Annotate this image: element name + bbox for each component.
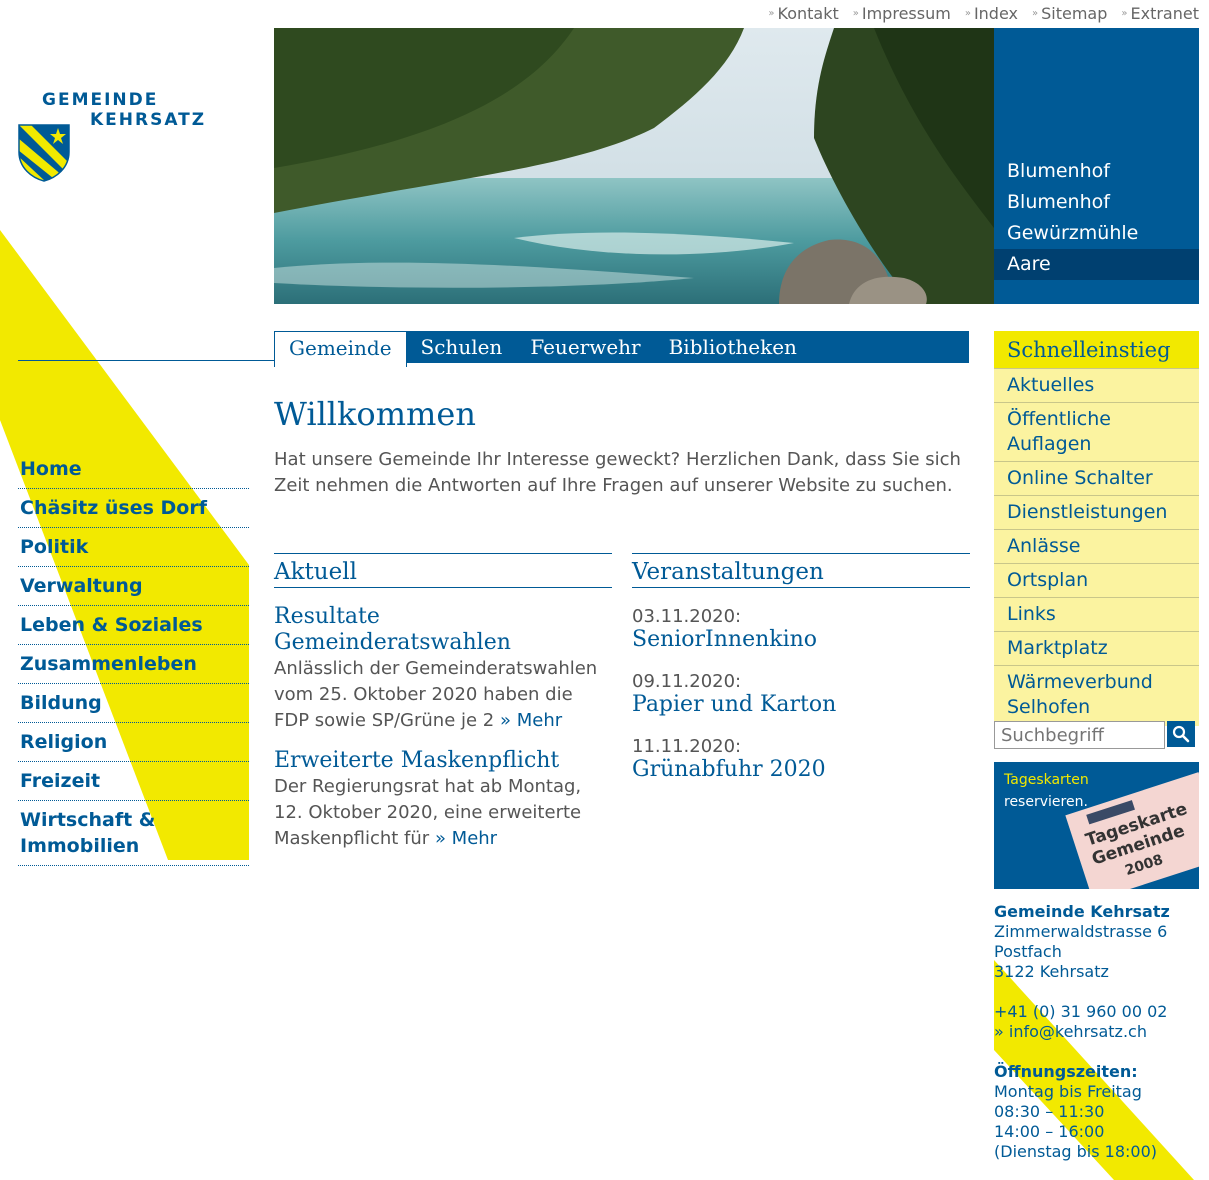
quick-link-aktuelles[interactable]: Aktuelles bbox=[994, 368, 1199, 402]
quick-link-ortsplan[interactable]: Ortsplan bbox=[994, 563, 1199, 597]
tageskarten-banner[interactable]: Tageskarten reservieren. Tageskarte Geme… bbox=[994, 762, 1199, 889]
tab-gemeinde[interactable]: Gemeinde bbox=[274, 331, 407, 367]
nav-item-zusammenleben[interactable]: Zusammenleben bbox=[18, 645, 249, 684]
hero-gallery-panel: Blumenhof Blumenhof Gewürzmühle Aare bbox=[994, 28, 1199, 304]
news-teaser: Anlässlich der Gemeinderatswahlen vom 25… bbox=[274, 656, 612, 734]
hours-line: Montag bis Freitag bbox=[994, 1082, 1142, 1101]
nav-item-religion[interactable]: Religion bbox=[18, 723, 249, 762]
quick-links-title: Schnelleinstieg bbox=[994, 331, 1199, 368]
welcome-text: Hat unsere Gemeinde Ihr Interesse geweck… bbox=[274, 449, 961, 496]
address-pobox: Postfach bbox=[994, 942, 1062, 961]
news-item: Erweiterte Maskenpflicht Der Regierungsr… bbox=[274, 748, 612, 852]
events-heading: Veranstaltungen bbox=[632, 553, 970, 588]
news-teaser: Der Regierungsrat hat ab Montag, 12. Okt… bbox=[274, 774, 612, 852]
nav-item-chaesitz[interactable]: Chäsitz üses Dorf bbox=[18, 489, 249, 528]
search-input[interactable] bbox=[994, 721, 1165, 749]
event-item: 03.11.2020: SeniorInnenkino bbox=[632, 606, 970, 653]
nav-item-verwaltung[interactable]: Verwaltung bbox=[18, 567, 249, 606]
gallery-item-blumenhof-2[interactable]: Blumenhof bbox=[994, 187, 1199, 218]
quick-link-anlaesse[interactable]: Anlässe bbox=[994, 529, 1199, 563]
top-links: » Kontakt » Impressum » Index » Sitemap » Ext… bbox=[768, 4, 1199, 23]
toplink-impressum[interactable]: » Impressum bbox=[853, 4, 951, 23]
hours-line: (Dienstag bis 18:00) bbox=[994, 1142, 1158, 1161]
news-title[interactable]: Erweiterte Maskenpflicht bbox=[274, 748, 612, 774]
event-date: 09.11.2020: bbox=[632, 671, 742, 692]
more-link[interactable]: » Mehr bbox=[435, 828, 497, 849]
tab-feuerwehr[interactable]: Feuerwehr bbox=[516, 331, 654, 363]
event-item: 11.11.2020: Grünabfuhr 2020 bbox=[632, 736, 970, 783]
event-title[interactable]: SeniorInnenkino bbox=[632, 627, 970, 653]
left-navigation: Home Chäsitz üses Dorf Politik Verwaltun… bbox=[18, 450, 249, 866]
nav-item-politik[interactable]: Politik bbox=[18, 528, 249, 567]
gallery-item-gewuerzmuehle[interactable]: Gewürzmühle bbox=[994, 218, 1199, 249]
event-title[interactable]: Grünabfuhr 2020 bbox=[632, 757, 970, 783]
nav-item-wirtschaft[interactable]: Wirtschaft & Immobilien bbox=[18, 801, 249, 866]
news-title[interactable]: Resultate Gemeinderatswahlen bbox=[274, 604, 612, 656]
quick-link-links[interactable]: Links bbox=[994, 597, 1199, 631]
toplink-label: Extranet bbox=[1130, 4, 1200, 23]
gallery-item-blumenhof-1[interactable]: Blumenhof bbox=[994, 156, 1199, 187]
address-street: Zimmerwaldstrasse 6 bbox=[994, 922, 1168, 941]
quick-link-dienstleistungen[interactable]: Dienstleistungen bbox=[994, 495, 1199, 529]
hours-line: 08:30 – 11:30 bbox=[994, 1102, 1105, 1121]
tab-schulen[interactable]: Schulen bbox=[407, 331, 517, 363]
address-phone: +41 (0) 31 960 00 02 bbox=[994, 1002, 1168, 1021]
toplink-kontakt[interactable]: » Kontakt bbox=[768, 4, 838, 23]
toplink-label: Impressum bbox=[861, 4, 951, 23]
events-column: Veranstaltungen 03.11.2020: SeniorInnenk… bbox=[632, 553, 970, 783]
news-teaser-text: Der Regierungsrat hat ab Montag, 12. Okt… bbox=[274, 776, 582, 849]
address-email-link[interactable]: » info@kehrsatz.ch bbox=[994, 1022, 1199, 1042]
page-title: Willkommen bbox=[274, 395, 476, 433]
main-content: Willkommen Hat unsere Gemeinde Ihr Inter… bbox=[274, 395, 969, 499]
event-item: 09.11.2020: Papier und Karton bbox=[632, 671, 970, 718]
news-column: Aktuell Resultate Gemeinderatswahlen Anl… bbox=[274, 553, 612, 852]
ticket-graphic: Tageskarte Gemeinde 2008 bbox=[1065, 772, 1199, 889]
nav-item-bildung[interactable]: Bildung bbox=[18, 684, 249, 723]
quick-link-online-schalter[interactable]: Online Schalter bbox=[994, 461, 1199, 495]
logo-line2: KEHRSATZ bbox=[90, 110, 207, 130]
hero-image bbox=[274, 28, 994, 304]
quick-link-auflagen[interactable]: Öffentliche Auflagen bbox=[994, 402, 1199, 461]
toplink-index[interactable]: » Index bbox=[965, 4, 1018, 23]
tab-bibliotheken[interactable]: Bibliotheken bbox=[655, 331, 811, 363]
news-item: Resultate Gemeinderatswahlen Anlässlich … bbox=[274, 604, 612, 734]
gallery-item-aare[interactable]: Aare bbox=[994, 249, 1199, 280]
quick-link-marktplatz[interactable]: Marktplatz bbox=[994, 631, 1199, 665]
site-logo[interactable]: GEMEINDE KEHRSATZ bbox=[18, 88, 228, 184]
news-heading: Aktuell bbox=[274, 553, 612, 588]
event-date: 03.11.2020: bbox=[632, 606, 742, 627]
search-box bbox=[994, 721, 1199, 749]
address-city: 3122 Kehrsatz bbox=[994, 962, 1109, 981]
nav-item-leben-soziales[interactable]: Leben & Soziales bbox=[18, 606, 249, 645]
nav-item-home[interactable]: Home bbox=[18, 450, 249, 489]
search-icon bbox=[1172, 725, 1190, 743]
quick-links: Schnelleinstieg Aktuelles Öffentliche Au… bbox=[994, 331, 1199, 726]
toplink-label: Kontakt bbox=[777, 4, 839, 23]
coat-of-arms-icon bbox=[18, 124, 70, 182]
toplink-label: Sitemap bbox=[1041, 4, 1108, 23]
address-name: Gemeinde Kehrsatz bbox=[994, 902, 1170, 921]
event-date: 11.11.2020: bbox=[632, 736, 742, 757]
left-divider bbox=[18, 360, 274, 361]
search-button[interactable] bbox=[1167, 721, 1195, 747]
contact-address: Gemeinde Kehrsatz Zimmerwaldstrasse 6 Po… bbox=[994, 902, 1199, 1162]
toplink-label: Index bbox=[973, 4, 1018, 23]
section-tabs: Gemeinde Schulen Feuerwehr Bibliotheken bbox=[274, 331, 969, 367]
quick-link-waermeverbund[interactable]: Wärmeverbund Selhofen bbox=[994, 665, 1199, 726]
hours-label: Öffnungszeiten: bbox=[994, 1062, 1138, 1081]
more-link[interactable]: » Mehr bbox=[500, 710, 562, 731]
toplink-extranet[interactable]: » Extranet bbox=[1121, 4, 1199, 23]
nav-item-freizeit[interactable]: Freizeit bbox=[18, 762, 249, 801]
logo-line1: GEMEINDE bbox=[42, 90, 159, 110]
toplink-sitemap[interactable]: » Sitemap bbox=[1032, 4, 1107, 23]
event-title[interactable]: Papier und Karton bbox=[632, 692, 970, 718]
hours-line: 14:00 – 16:00 bbox=[994, 1122, 1105, 1141]
